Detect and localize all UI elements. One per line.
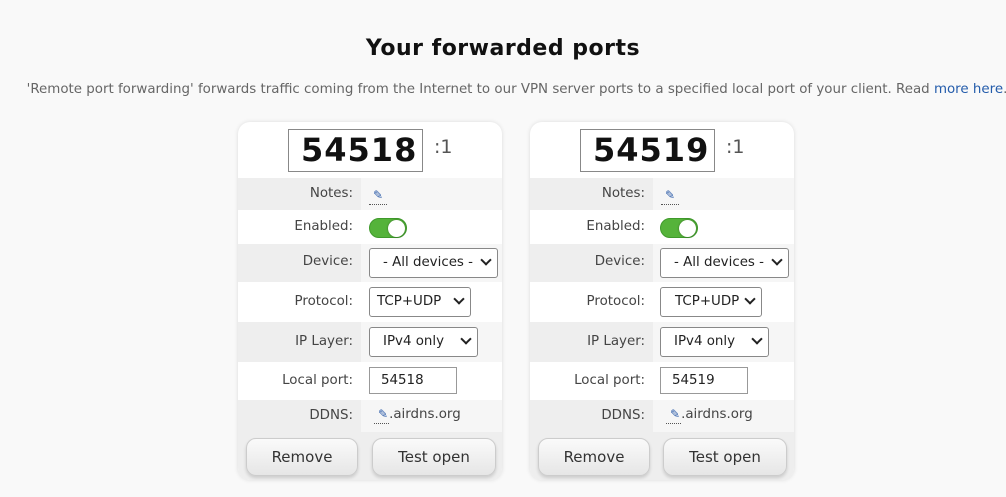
device-value: - All devices - — [383, 255, 473, 270]
chevron-down-icon — [480, 254, 492, 266]
enabled-row: Enabled: — [530, 210, 794, 244]
ddns-row: DDNS: ✎.airdns.org — [530, 400, 794, 432]
protocol-value: TCP+UDP — [675, 294, 740, 309]
port-suffix: :1 — [726, 136, 745, 158]
chevron-down-icon — [771, 254, 783, 266]
ip-layer-label: IP Layer: — [295, 334, 353, 349]
chevron-down-icon — [460, 333, 472, 345]
port-card-54519: 54519 :1 Notes: ✎ Enabled: Device: - All… — [530, 122, 794, 480]
chevron-down-icon — [453, 293, 465, 305]
local-port-row: Local port: 54518 — [238, 362, 502, 400]
enabled-toggle[interactable] — [369, 218, 407, 238]
page-description: 'Remote port forwarding' forwards traffi… — [0, 82, 1006, 97]
enabled-row: Enabled: — [238, 210, 502, 244]
ip-layer-value: IPv4 only — [383, 334, 445, 349]
ddns-edit[interactable]: ✎ — [666, 407, 682, 424]
protocol-label: Protocol: — [586, 294, 645, 309]
port-header: 54519 :1 — [530, 122, 794, 178]
notes-edit[interactable]: ✎ — [369, 184, 388, 205]
notes-edit[interactable]: ✎ — [661, 184, 680, 205]
enabled-label: Enabled: — [294, 219, 353, 234]
ddns-domain: .airdns.org — [389, 407, 461, 422]
enabled-toggle[interactable] — [660, 218, 698, 238]
ddns-label: DDNS: — [309, 408, 353, 423]
notes-label: Notes: — [309, 186, 353, 201]
ip-layer-row: IP Layer: IPv4 only — [238, 322, 502, 362]
ip-layer-row: IP Layer: IPv4 only — [530, 322, 794, 362]
remove-button[interactable]: Remove — [246, 438, 358, 476]
local-port-row: Local port: 54519 — [530, 362, 794, 400]
pencil-icon: ✎ — [665, 188, 676, 202]
description-text: 'Remote port forwarding' forwards traffi… — [26, 82, 934, 97]
ddns-edit[interactable]: ✎ — [374, 407, 390, 424]
device-label: Device: — [302, 254, 353, 269]
pencil-icon: ✎ — [378, 407, 389, 421]
port-card-54518: 54518 :1 Notes: ✎ Enabled: Device: - All… — [238, 122, 502, 480]
notes-row: Notes: ✎ — [238, 178, 502, 210]
notes-label: Notes: — [601, 186, 645, 201]
protocol-label: Protocol: — [294, 294, 353, 309]
local-port-label: Local port: — [574, 373, 645, 388]
local-port-label: Local port: — [282, 373, 353, 388]
device-row: Device: - All devices - — [530, 244, 794, 282]
ip-layer-label: IP Layer: — [587, 334, 645, 349]
device-select[interactable]: - All devices - — [660, 248, 789, 278]
ip-layer-value: IPv4 only — [674, 334, 736, 349]
ip-layer-select[interactable]: IPv4 only — [660, 327, 769, 357]
ddns-row: DDNS: ✎.airdns.org — [238, 400, 502, 432]
ddns-label: DDNS: — [601, 408, 645, 423]
local-port-input[interactable]: 54519 — [660, 367, 748, 394]
protocol-row: Protocol: TCP+UDP — [238, 282, 502, 322]
protocol-select[interactable]: TCP+UDP — [369, 287, 471, 317]
notes-row: Notes: ✎ — [530, 178, 794, 210]
test-open-button[interactable]: Test open — [372, 438, 496, 476]
device-select[interactable]: - All devices - — [369, 248, 498, 278]
chevron-down-icon — [744, 293, 756, 305]
toggle-knob — [388, 220, 405, 237]
port-header: 54518 :1 — [238, 122, 502, 178]
protocol-value: TCP+UDP — [377, 294, 442, 309]
device-row: Device: - All devices - — [238, 244, 502, 282]
protocol-select[interactable]: TCP+UDP — [660, 287, 762, 317]
enabled-label: Enabled: — [586, 219, 645, 234]
pencil-icon: ✎ — [670, 407, 681, 421]
device-label: Device: — [594, 254, 645, 269]
pencil-icon: ✎ — [373, 188, 384, 202]
ddns-domain: .airdns.org — [681, 407, 753, 422]
port-suffix: :1 — [434, 136, 453, 158]
more-here-link[interactable]: more here — [934, 82, 1003, 97]
remove-button[interactable]: Remove — [538, 438, 650, 476]
protocol-row: Protocol: TCP+UDP — [530, 282, 794, 322]
local-port-input[interactable]: 54518 — [369, 367, 457, 394]
port-number: 54519 — [580, 129, 715, 172]
chevron-down-icon — [751, 333, 763, 345]
toggle-knob — [679, 220, 696, 237]
page-title: Your forwarded ports — [365, 36, 641, 61]
ip-layer-select[interactable]: IPv4 only — [369, 327, 478, 357]
port-number: 54518 — [288, 129, 423, 172]
device-value: - All devices - — [674, 255, 764, 270]
test-open-button[interactable]: Test open — [663, 438, 787, 476]
